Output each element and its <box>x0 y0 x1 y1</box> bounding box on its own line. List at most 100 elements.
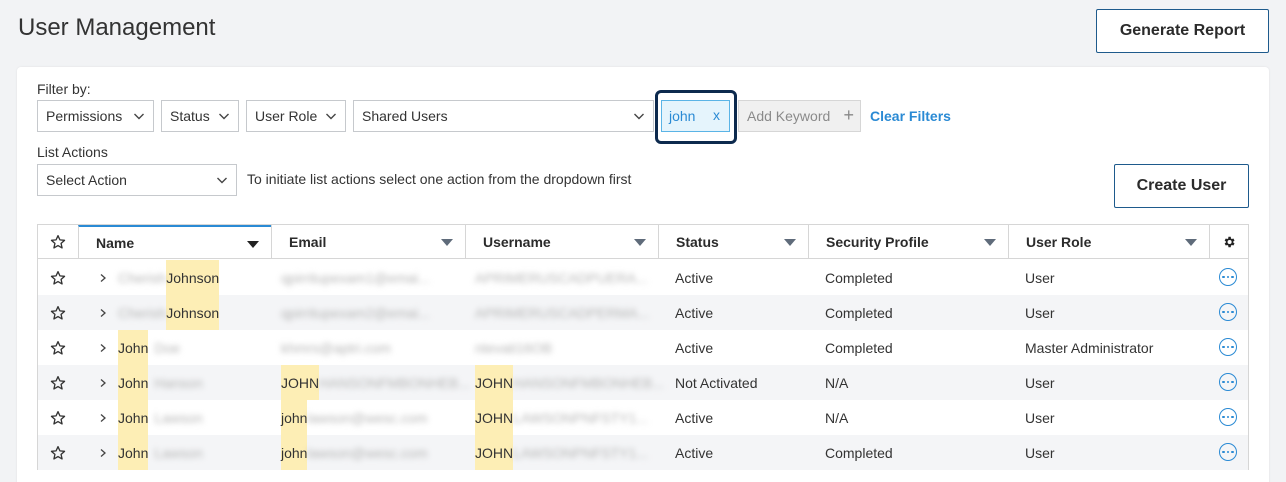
remove-keyword-icon[interactable]: x <box>713 107 720 123</box>
user-role-cell: User <box>1025 374 1055 391</box>
table-row[interactable]: John Lawson john lawson@wesc.com JOHN LAWSONP… <box>38 435 1248 470</box>
chevron-right-icon <box>100 343 106 352</box>
status-filter-value: Status <box>170 108 210 124</box>
user-role-filter-select[interactable]: User Role <box>246 100 346 132</box>
list-action-select[interactable]: Select Action <box>37 164 237 196</box>
favorite-toggle[interactable] <box>38 365 78 400</box>
email-cell: JOHN HANSONFMBONHEB... <box>281 365 470 400</box>
list-action-hint: To initiate list actions select one acti… <box>247 171 632 187</box>
user-role-cell: User <box>1025 444 1055 461</box>
shared-users-filter-select[interactable]: Shared Users <box>353 100 654 132</box>
column-header-status[interactable]: Status <box>658 225 808 259</box>
name-match-highlight: John <box>118 365 149 400</box>
expand-row-button[interactable] <box>96 260 110 295</box>
user-last-name: Doe <box>154 339 181 356</box>
add-keyword-placeholder: Add Keyword <box>747 108 831 124</box>
username-match-highlight: JOHN <box>475 435 514 470</box>
user-email: lawson@wesc.com <box>307 444 428 461</box>
column-settings-button[interactable] <box>1209 225 1248 259</box>
column-header-label: Name <box>96 235 135 251</box>
add-keyword-input[interactable]: Add Keyword + <box>738 100 861 132</box>
column-header-label: User Role <box>1026 234 1092 250</box>
security-profile-cell: Completed <box>825 339 893 356</box>
clear-filters-link[interactable]: Clear Filters <box>870 108 951 124</box>
security-profile-cell: N/A <box>825 374 849 391</box>
sort-icon[interactable] <box>1185 239 1197 246</box>
sort-icon[interactable] <box>441 239 453 246</box>
email-match-highlight: john <box>281 435 308 470</box>
favorite-toggle[interactable] <box>38 295 78 330</box>
permissions-filter-select[interactable]: Permissions <box>37 100 154 132</box>
more-options-icon[interactable] <box>1219 408 1237 426</box>
star-icon <box>50 235 66 249</box>
sort-icon[interactable] <box>784 239 796 246</box>
name-cell[interactable]: John Lawson <box>118 400 203 435</box>
plus-icon[interactable]: + <box>843 105 854 126</box>
table-row[interactable]: John Hanson JOHN HANSONFMBONHEB... JOHN HANSO… <box>38 365 1248 400</box>
user-email: qpirritupexam2@emai... <box>281 304 430 321</box>
email-cell: qpirritupexam2@emai... <box>281 295 430 330</box>
list-actions-label: List Actions <box>37 144 108 160</box>
keyword-chip-label: john <box>669 108 696 124</box>
user-role-filter-value: User Role <box>255 108 318 124</box>
favorite-column-header[interactable] <box>38 225 78 259</box>
username-match-highlight: JOHN <box>475 365 514 400</box>
table-row[interactable]: Cherish Johnson qpirritupexam2@emai... APRI… <box>38 295 1248 330</box>
user-email: lawson@wesc.com <box>307 409 428 426</box>
favorite-toggle[interactable] <box>38 400 78 435</box>
status-cell: Active <box>675 444 714 461</box>
list-action-value: Select Action <box>46 172 127 188</box>
more-options-icon[interactable] <box>1219 268 1237 286</box>
table-row[interactable]: John Lawson john lawson@wesc.com JOHN LAWSONP… <box>38 400 1248 435</box>
column-header-username[interactable]: Username <box>465 225 658 259</box>
name-cell[interactable]: John Lawson <box>118 435 203 470</box>
more-options-icon[interactable] <box>1219 443 1237 461</box>
column-header-name[interactable]: Name <box>78 225 271 259</box>
expand-row-button[interactable] <box>96 330 110 365</box>
username-cell: JOHN LAWSONPNFSTY1... <box>475 400 648 435</box>
user-last-name: Lawson <box>154 409 203 426</box>
generate-report-button[interactable]: Generate Report <box>1096 9 1269 53</box>
table-row[interactable]: Cherish Johnson qpirritupexam1@emai... APRI… <box>38 260 1248 295</box>
email-cell: john lawson@wesc.com <box>281 400 428 435</box>
name-cell[interactable]: John Doe <box>118 330 180 365</box>
username-cell: JOHN HANSONFMBONHEB... <box>475 365 664 400</box>
expand-row-button[interactable] <box>96 365 110 400</box>
username-cell: ntevati16OB <box>475 330 552 365</box>
chevron-down-icon <box>634 113 644 120</box>
favorite-toggle[interactable] <box>38 435 78 470</box>
more-options-icon[interactable] <box>1219 338 1237 356</box>
email-cell: john lawson@wesc.com <box>281 435 428 470</box>
user-username: ntevati16OB <box>475 339 553 356</box>
status-filter-select[interactable]: Status <box>161 100 239 132</box>
keyword-chip[interactable]: john x <box>661 100 730 132</box>
favorite-toggle[interactable] <box>38 330 78 365</box>
chevron-down-icon <box>134 113 144 120</box>
expand-row-button[interactable] <box>96 435 110 470</box>
sort-icon[interactable] <box>634 239 646 246</box>
security-profile-cell: Completed <box>825 304 893 321</box>
name-cell[interactable]: John Hanson <box>118 365 203 400</box>
column-header-user-role[interactable]: User Role <box>1008 225 1209 259</box>
email-match-highlight: JOHN <box>281 365 320 400</box>
sort-icon[interactable] <box>984 239 996 246</box>
name-cell[interactable]: Cherish Johnson <box>118 260 220 295</box>
sort-descending-icon[interactable] <box>247 241 259 248</box>
security-profile-cell: N/A <box>825 409 849 426</box>
security-profile-cell: Completed <box>825 269 893 286</box>
more-options-icon[interactable] <box>1219 303 1237 321</box>
user-first-name: Cherish <box>118 304 167 321</box>
name-cell[interactable]: Cherish Johnson <box>118 295 220 330</box>
expand-row-button[interactable] <box>96 295 110 330</box>
create-user-button[interactable]: Create User <box>1114 164 1249 208</box>
user-role-cell: Master Administrator <box>1025 339 1154 356</box>
username-cell: APRIMERUSCADPERMA... <box>475 295 649 330</box>
column-header-label: Security Profile <box>826 234 929 250</box>
column-header-security-profile[interactable]: Security Profile <box>808 225 1008 259</box>
column-header-email[interactable]: Email <box>271 225 465 259</box>
more-options-icon[interactable] <box>1219 373 1237 391</box>
table-row[interactable]: John Doe khmrs@aptri.com ntevati16OB Active C… <box>38 330 1248 365</box>
expand-row-button[interactable] <box>96 400 110 435</box>
chevron-down-icon <box>217 177 227 184</box>
favorite-toggle[interactable] <box>38 260 78 295</box>
